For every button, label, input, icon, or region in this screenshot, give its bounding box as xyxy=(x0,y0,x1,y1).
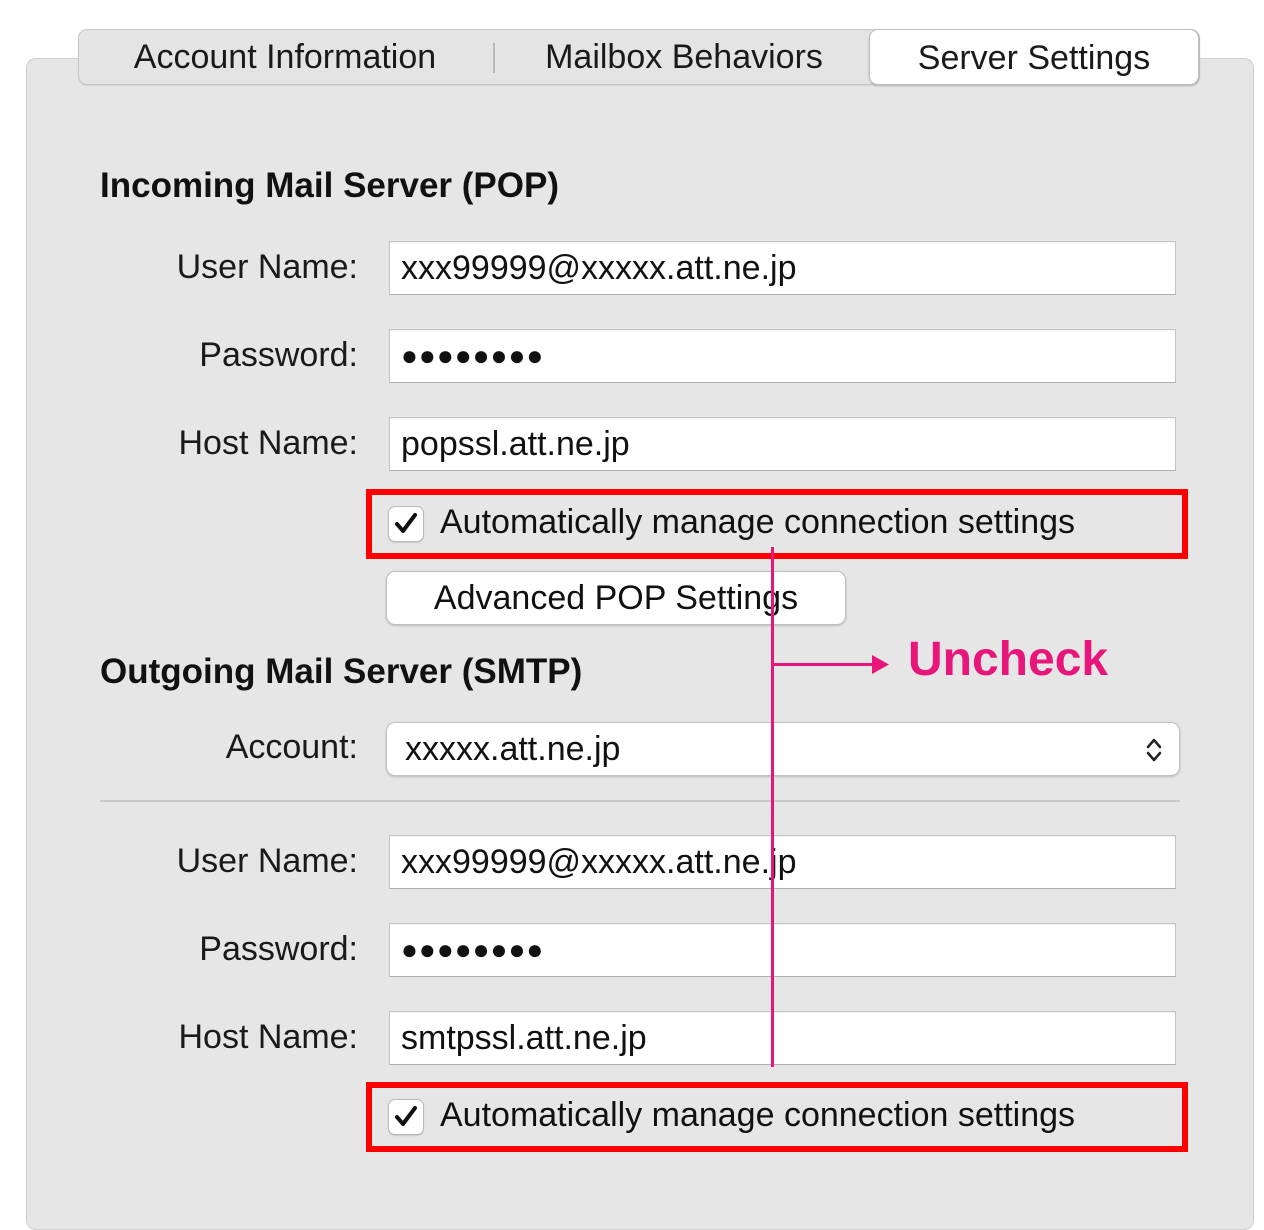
incoming-auto-manage-label[interactable]: Automatically manage connection settings xyxy=(440,503,1075,542)
incoming-password-field[interactable]: ●●●●●●●● xyxy=(389,329,1176,383)
tab-server-settings[interactable]: Server Settings xyxy=(869,29,1199,85)
outgoing-auto-manage-checkbox[interactable] xyxy=(388,1099,424,1135)
annotation-connector-line xyxy=(771,547,774,1067)
incoming-host-name-label: Host Name: xyxy=(178,424,359,462)
section-divider xyxy=(100,800,1180,802)
outgoing-account-label: Account: xyxy=(225,728,358,766)
tab-mailbox-behaviors[interactable]: Mailbox Behaviors xyxy=(499,30,869,84)
incoming-auto-manage-checkbox[interactable] xyxy=(388,506,424,542)
annotation-arrow-shaft xyxy=(771,663,877,666)
tab-bar: Account Information Mailbox Behaviors Se… xyxy=(78,29,1200,85)
outgoing-user-name-field[interactable]: xxx99999@xxxxx.att.ne.jp xyxy=(389,835,1176,889)
outgoing-password-field[interactable]: ●●●●●●●● xyxy=(389,923,1176,977)
chevron-up-down-icon xyxy=(1146,738,1162,762)
outgoing-account-popup[interactable]: xxxxx.att.ne.jp xyxy=(386,722,1180,776)
incoming-heading: Incoming Mail Server (POP) xyxy=(100,166,559,205)
checkmark-icon xyxy=(395,513,417,533)
annotation-text: Uncheck xyxy=(908,633,1109,686)
arrow-right-icon xyxy=(872,655,889,674)
outgoing-host-name-label: Host Name: xyxy=(178,1018,359,1056)
outgoing-host-name-field[interactable]: smtpssl.att.ne.jp xyxy=(389,1011,1176,1065)
tab-separator xyxy=(493,43,495,73)
outgoing-user-name-label: User Name: xyxy=(176,842,358,880)
outgoing-auto-manage-label[interactable]: Automatically manage connection settings xyxy=(440,1096,1075,1135)
outgoing-heading: Outgoing Mail Server (SMTP) xyxy=(100,652,583,691)
outgoing-account-value: xxxxx.att.ne.jp xyxy=(405,730,621,768)
incoming-host-name-field[interactable]: popssl.att.ne.jp xyxy=(389,417,1176,471)
incoming-user-name-label: User Name: xyxy=(176,248,358,286)
checkmark-icon xyxy=(395,1106,417,1126)
outgoing-password-label: Password: xyxy=(199,930,358,968)
incoming-password-label: Password: xyxy=(199,336,358,374)
advanced-pop-settings-button[interactable]: Advanced POP Settings xyxy=(386,571,846,625)
tab-account-information[interactable]: Account Information xyxy=(79,30,491,84)
incoming-user-name-field[interactable]: xxx99999@xxxxx.att.ne.jp xyxy=(389,241,1176,295)
